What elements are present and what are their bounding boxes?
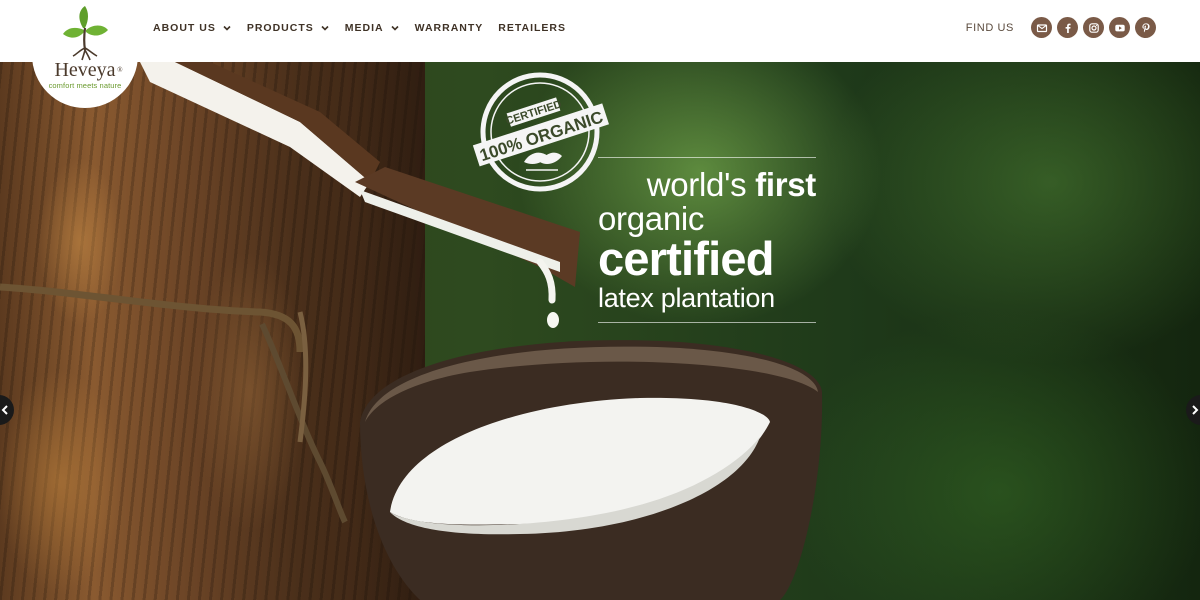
facebook-icon[interactable] <box>1057 17 1078 38</box>
nav-item-label: MEDIA <box>344 22 384 34</box>
youtube-icon[interactable] <box>1109 17 1130 38</box>
slogan-line-4: latex plantation <box>598 283 775 313</box>
find-us-bar: FIND US <box>966 17 1156 38</box>
logo-wordmark: Heveya ® <box>54 59 123 81</box>
sprout-icon <box>63 6 108 61</box>
find-us-label: FIND US <box>965 21 1014 34</box>
chevron-down-icon <box>223 25 231 31</box>
slogan-line-3: certified <box>598 232 774 285</box>
nav-item-about-us[interactable]: ABOUT US <box>153 21 232 35</box>
pinterest-icon[interactable] <box>1135 17 1156 38</box>
brand-logo[interactable]: Heveya ® comfort meets nature <box>32 0 138 108</box>
logo-tagline: comfort meets nature <box>48 81 122 90</box>
slogan-line-2: organic <box>598 200 705 237</box>
email-icon[interactable] <box>1031 17 1052 38</box>
nav-item-label: WARRANTY <box>414 22 484 34</box>
hero-photo-illustration: CERTIFIED 100% ORGANIC <box>0 62 823 600</box>
chevron-down-icon <box>321 25 329 31</box>
chevron-right-icon <box>1192 405 1199 415</box>
nav-item-label: ABOUT US <box>153 22 216 34</box>
instagram-icon[interactable] <box>1083 17 1104 38</box>
site-header: ABOUT US PRODUCTS MEDIA WARRANTY RETAILE… <box>0 0 1200 62</box>
nav-item-label: RETAILERS <box>498 22 567 34</box>
slogan-line-1: world's first <box>646 166 817 203</box>
nav-item-warranty[interactable]: WARRANTY <box>415 21 484 35</box>
chevron-left-icon <box>1 405 8 415</box>
nav-item-retailers[interactable]: RETAILERS <box>498 21 566 35</box>
hero-slogan: world's first organic certified latex pl… <box>598 157 816 323</box>
certified-organic-stamp: CERTIFIED 100% ORGANIC <box>472 72 609 192</box>
nav-item-media[interactable]: MEDIA <box>345 21 400 35</box>
hero-slider: CERTIFIED 100% ORGANIC world's first org… <box>0 62 1200 600</box>
nav-item-label: PRODUCTS <box>246 22 314 34</box>
nav-item-products[interactable]: PRODUCTS <box>247 21 330 35</box>
main-nav: ABOUT US PRODUCTS MEDIA WARRANTY RETAILE… <box>153 21 581 35</box>
chevron-down-icon <box>391 25 399 31</box>
